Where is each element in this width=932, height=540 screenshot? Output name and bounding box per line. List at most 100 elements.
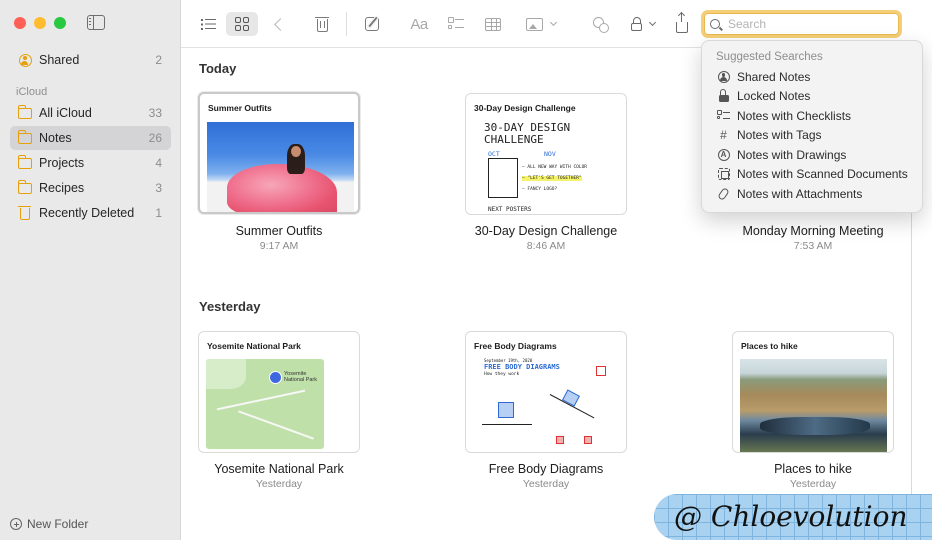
person-circle-icon bbox=[717, 70, 730, 83]
suggestion-tags[interactable]: # Notes with Tags bbox=[702, 126, 922, 146]
suggestion-label: Notes with Scanned Documents bbox=[737, 167, 908, 182]
note-time: Yesterday bbox=[789, 478, 837, 490]
sidebar-item-count: 3 bbox=[155, 181, 162, 195]
map-pin-label: Yosemite National Park bbox=[284, 371, 318, 383]
note-title: 30-Day Design Challenge bbox=[474, 224, 618, 238]
note-card-free-body[interactable]: Free Body Diagrams September 19th, 2020 … bbox=[465, 331, 627, 453]
suggestion-checklists[interactable]: Notes with Checklists bbox=[702, 106, 922, 126]
back-button[interactable] bbox=[267, 12, 289, 36]
new-folder-label: New Folder bbox=[27, 517, 89, 531]
trash-icon bbox=[18, 206, 32, 220]
suggestion-label: Locked Notes bbox=[737, 89, 811, 104]
suggested-searches-title: Suggested Searches bbox=[716, 51, 823, 63]
sidebar-item-label: Shared bbox=[39, 53, 80, 67]
list-icon bbox=[200, 18, 216, 30]
paperclip-icon bbox=[717, 186, 730, 201]
note-preview-image bbox=[207, 122, 354, 212]
sidebar-item-count: 1 bbox=[155, 206, 162, 220]
sidebar-item-count: 33 bbox=[148, 106, 162, 120]
folder-icon bbox=[17, 155, 32, 170]
sketch-line: — "LET'S GET TOGETHER" bbox=[522, 176, 582, 181]
lock-icon bbox=[631, 16, 642, 31]
suggestion-scanned-documents[interactable]: Notes with Scanned Documents bbox=[702, 165, 922, 185]
note-title: Summer Outfits bbox=[235, 224, 323, 238]
suggestion-shared-notes[interactable]: Shared Notes bbox=[702, 67, 922, 87]
folder-icon bbox=[17, 105, 32, 120]
chevron-left-icon bbox=[273, 17, 287, 31]
note-card-yosemite[interactable]: Yosemite National Park Yosemite National… bbox=[198, 331, 360, 453]
watermark-text: @ Chloevolution bbox=[674, 500, 908, 533]
chevron-down-icon bbox=[549, 18, 558, 27]
sidebar-item-notes[interactable]: Notes 26 bbox=[10, 126, 171, 150]
suggestion-attachments[interactable]: Notes with Attachments bbox=[702, 184, 922, 204]
format-button[interactable]: Aa bbox=[406, 12, 432, 36]
sidebar-item-count: 26 bbox=[148, 131, 162, 145]
note-preview-map: Yosemite National Park bbox=[206, 359, 324, 449]
media-button[interactable] bbox=[523, 12, 559, 36]
sidebar-item-recently-deleted[interactable]: Recently Deleted 1 bbox=[10, 201, 171, 225]
trash-icon bbox=[314, 17, 329, 32]
note-preview-heading: Yosemite National Park bbox=[207, 341, 301, 351]
suggestion-locked-notes[interactable]: Locked Notes bbox=[702, 87, 922, 107]
section-title-yesterday: Yesterday bbox=[199, 299, 261, 314]
collaborate-button[interactable] bbox=[587, 12, 611, 36]
search-input[interactable] bbox=[728, 17, 888, 31]
map-pin-icon bbox=[269, 371, 282, 384]
delete-button[interactable] bbox=[311, 12, 333, 36]
sidebar-item-label: Notes bbox=[39, 131, 72, 145]
note-card-design-challenge[interactable]: 30-Day Design Challenge 30-DAY DESIGN CH… bbox=[465, 93, 627, 215]
sidebar-item-label: Projects bbox=[39, 156, 85, 170]
new-folder-button[interactable]: New Folder bbox=[10, 517, 88, 531]
checklist-button[interactable] bbox=[445, 12, 467, 36]
sketch-line: — FANCY LOGO? bbox=[522, 187, 558, 192]
sidebar-toggle-icon[interactable] bbox=[87, 15, 105, 30]
plus-circle-icon bbox=[10, 518, 22, 530]
suggestion-drawings[interactable]: A Notes with Drawings bbox=[702, 145, 922, 165]
minimize-window-button[interactable] bbox=[34, 17, 46, 29]
note-title: Monday Morning Meeting bbox=[742, 224, 884, 238]
suggested-searches-menu: Suggested Searches Shared Notes Locked N… bbox=[701, 40, 923, 213]
notes-window: Shared 2 iCloud All iCloud 33 Notes 26 P… bbox=[0, 0, 923, 540]
sidebar-item-label: All iCloud bbox=[39, 106, 92, 120]
note-preview-heading: Free Body Diagrams bbox=[474, 341, 557, 351]
sidebar-item-shared[interactable]: Shared 2 bbox=[10, 48, 171, 72]
share-button[interactable] bbox=[671, 11, 693, 36]
sidebar-section-label: iCloud bbox=[16, 86, 48, 98]
suggestion-label: Shared Notes bbox=[737, 69, 811, 84]
note-card-summer-outfits[interactable]: Summer Outfits bbox=[198, 92, 360, 214]
sidebar-item-projects[interactable]: Projects 4 bbox=[10, 151, 171, 175]
note-time: Yesterday bbox=[522, 478, 570, 490]
note-card-places-to-hike[interactable]: Places to hike bbox=[732, 331, 894, 453]
note-preview-heading: Summer Outfits bbox=[208, 103, 272, 113]
checklist-icon bbox=[448, 17, 464, 31]
close-window-button[interactable] bbox=[14, 17, 26, 29]
hashtag-icon: # bbox=[720, 128, 727, 143]
table-button[interactable] bbox=[482, 12, 504, 36]
suggestion-label: Notes with Checklists bbox=[737, 108, 852, 123]
lock-button[interactable] bbox=[627, 12, 659, 36]
sidebar-item-all-icloud[interactable]: All iCloud 33 bbox=[10, 101, 171, 125]
sidebar-item-recipes[interactable]: Recipes 3 bbox=[10, 176, 171, 200]
chevron-down-icon bbox=[648, 18, 657, 27]
note-preview-diagram: September 19th, 2020 FREE BODY DIAGRAMS … bbox=[472, 354, 622, 452]
share-icon bbox=[676, 11, 688, 33]
compose-button[interactable] bbox=[361, 12, 383, 36]
sketch-footer: NEXT POSTERS bbox=[488, 206, 532, 213]
gallery-view-button[interactable] bbox=[226, 12, 258, 36]
table-icon bbox=[485, 17, 501, 31]
drawing-icon: A bbox=[717, 148, 730, 161]
list-view-button[interactable] bbox=[195, 12, 221, 36]
collaborate-icon bbox=[590, 16, 609, 33]
physics-sub: How they work bbox=[484, 372, 520, 377]
note-title: Yosemite National Park bbox=[214, 462, 344, 476]
suggestion-label: Notes with Drawings bbox=[737, 147, 847, 162]
note-preview-sketch: 30-DAY DESIGN CHALLENGE OCT NOV — ALL NE… bbox=[476, 120, 616, 214]
suggestion-label: Notes with Tags bbox=[737, 128, 822, 143]
toolbar-divider bbox=[346, 12, 347, 36]
search-field[interactable] bbox=[701, 10, 902, 38]
checklist-icon bbox=[717, 109, 730, 122]
note-preview-image bbox=[740, 359, 887, 452]
suggestion-label: Notes with Attachments bbox=[737, 186, 863, 201]
zoom-window-button[interactable] bbox=[54, 17, 66, 29]
folder-icon bbox=[17, 180, 32, 195]
